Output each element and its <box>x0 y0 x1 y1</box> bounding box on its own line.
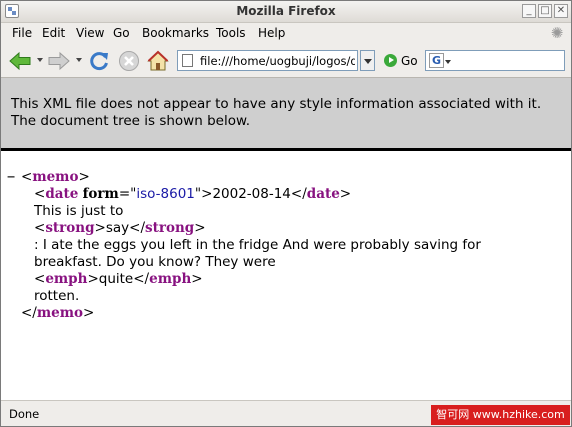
page-content: This XML file does not appear to have an… <box>1 77 571 400</box>
date-text: 2002-08-14 <box>212 186 291 202</box>
title-bar: Mozilla Firefox _ □ ✕ <box>1 1 571 23</box>
menu-tools[interactable]: Tools <box>216 26 246 40</box>
memo-open-tag: <memo> <box>21 169 90 185</box>
window-title: Mozilla Firefox <box>236 4 336 18</box>
text-node: : I ate the eggs you left in the fridge … <box>34 237 481 253</box>
text-node: breakfast. Do you know? They were <box>34 254 276 270</box>
page-file-icon <box>182 54 193 67</box>
text-node: This is just to <box>34 203 124 219</box>
minimize-button[interactable]: _ <box>522 4 536 18</box>
tag-name: strong <box>145 220 195 236</box>
home-icon[interactable] <box>146 49 170 73</box>
tag-name: strong <box>45 220 95 236</box>
xml-notice: This XML file does not appear to have an… <box>1 78 571 151</box>
throbber-icon: ✺ <box>550 24 564 42</box>
url-history-dropdown[interactable] <box>360 50 375 71</box>
browser-window: Mozilla Firefox _ □ ✕ File Edit View Go … <box>0 0 572 427</box>
menu-view[interactable]: View <box>76 26 104 40</box>
menu-go[interactable]: Go <box>113 26 130 40</box>
url-bar[interactable]: file:///home/uogbuji/logos/dv <box>177 50 358 71</box>
emph-element: <emph>quite</emph> <box>34 271 203 287</box>
emph-text: quite <box>98 271 134 287</box>
attribute-name: form <box>82 186 119 202</box>
notice-text: This XML file does not appear to have an… <box>11 96 542 129</box>
go-icon[interactable] <box>384 54 397 67</box>
tag-name: date <box>45 186 79 202</box>
search-bar[interactable]: G <box>425 50 565 71</box>
tag-name: memo <box>32 169 79 185</box>
tag-name: date <box>306 186 340 202</box>
back-history-dropdown-icon[interactable] <box>37 58 43 62</box>
strong-text: say <box>105 220 130 236</box>
attribute-value: iso-8601 <box>136 186 195 202</box>
close-button[interactable]: ✕ <box>554 4 568 18</box>
tag-name: emph <box>149 271 192 287</box>
memo-close-tag: </memo> <box>21 305 95 321</box>
watermark: 智可网 www.hzhike.com <box>431 405 570 425</box>
go-button[interactable]: Go <box>401 54 418 68</box>
text-node: rotten. <box>34 288 80 304</box>
maximize-button[interactable]: □ <box>538 4 552 18</box>
menu-file[interactable]: File <box>12 26 32 40</box>
navigation-toolbar: file:///home/uogbuji/logos/dv Go G <box>1 45 571 77</box>
tag-name: emph <box>45 271 88 287</box>
menu-edit[interactable]: Edit <box>42 26 65 40</box>
forward-history-dropdown-icon[interactable] <box>76 58 82 62</box>
stop-icon[interactable] <box>117 49 141 73</box>
status-text: Done <box>9 407 40 421</box>
back-icon[interactable] <box>8 49 32 73</box>
menu-help[interactable]: Help <box>258 26 285 40</box>
menu-bookmarks[interactable]: Bookmarks <box>142 26 209 40</box>
menu-bar: File Edit View Go Bookmarks Tools Help <box>1 23 571 43</box>
tag-name: memo <box>36 305 84 321</box>
url-text[interactable]: file:///home/uogbuji/logos/dv <box>200 54 355 68</box>
collapse-toggle[interactable]: − <box>7 169 15 186</box>
strong-element: <strong>say</strong> <box>34 220 206 236</box>
date-element: <date form="iso-8601">2002-08-14</date> <box>34 186 352 202</box>
search-engine-icon[interactable]: G <box>429 53 444 68</box>
forward-icon[interactable] <box>47 49 71 73</box>
reload-icon[interactable] <box>87 49 111 73</box>
search-engine-dropdown-icon[interactable] <box>445 60 451 64</box>
